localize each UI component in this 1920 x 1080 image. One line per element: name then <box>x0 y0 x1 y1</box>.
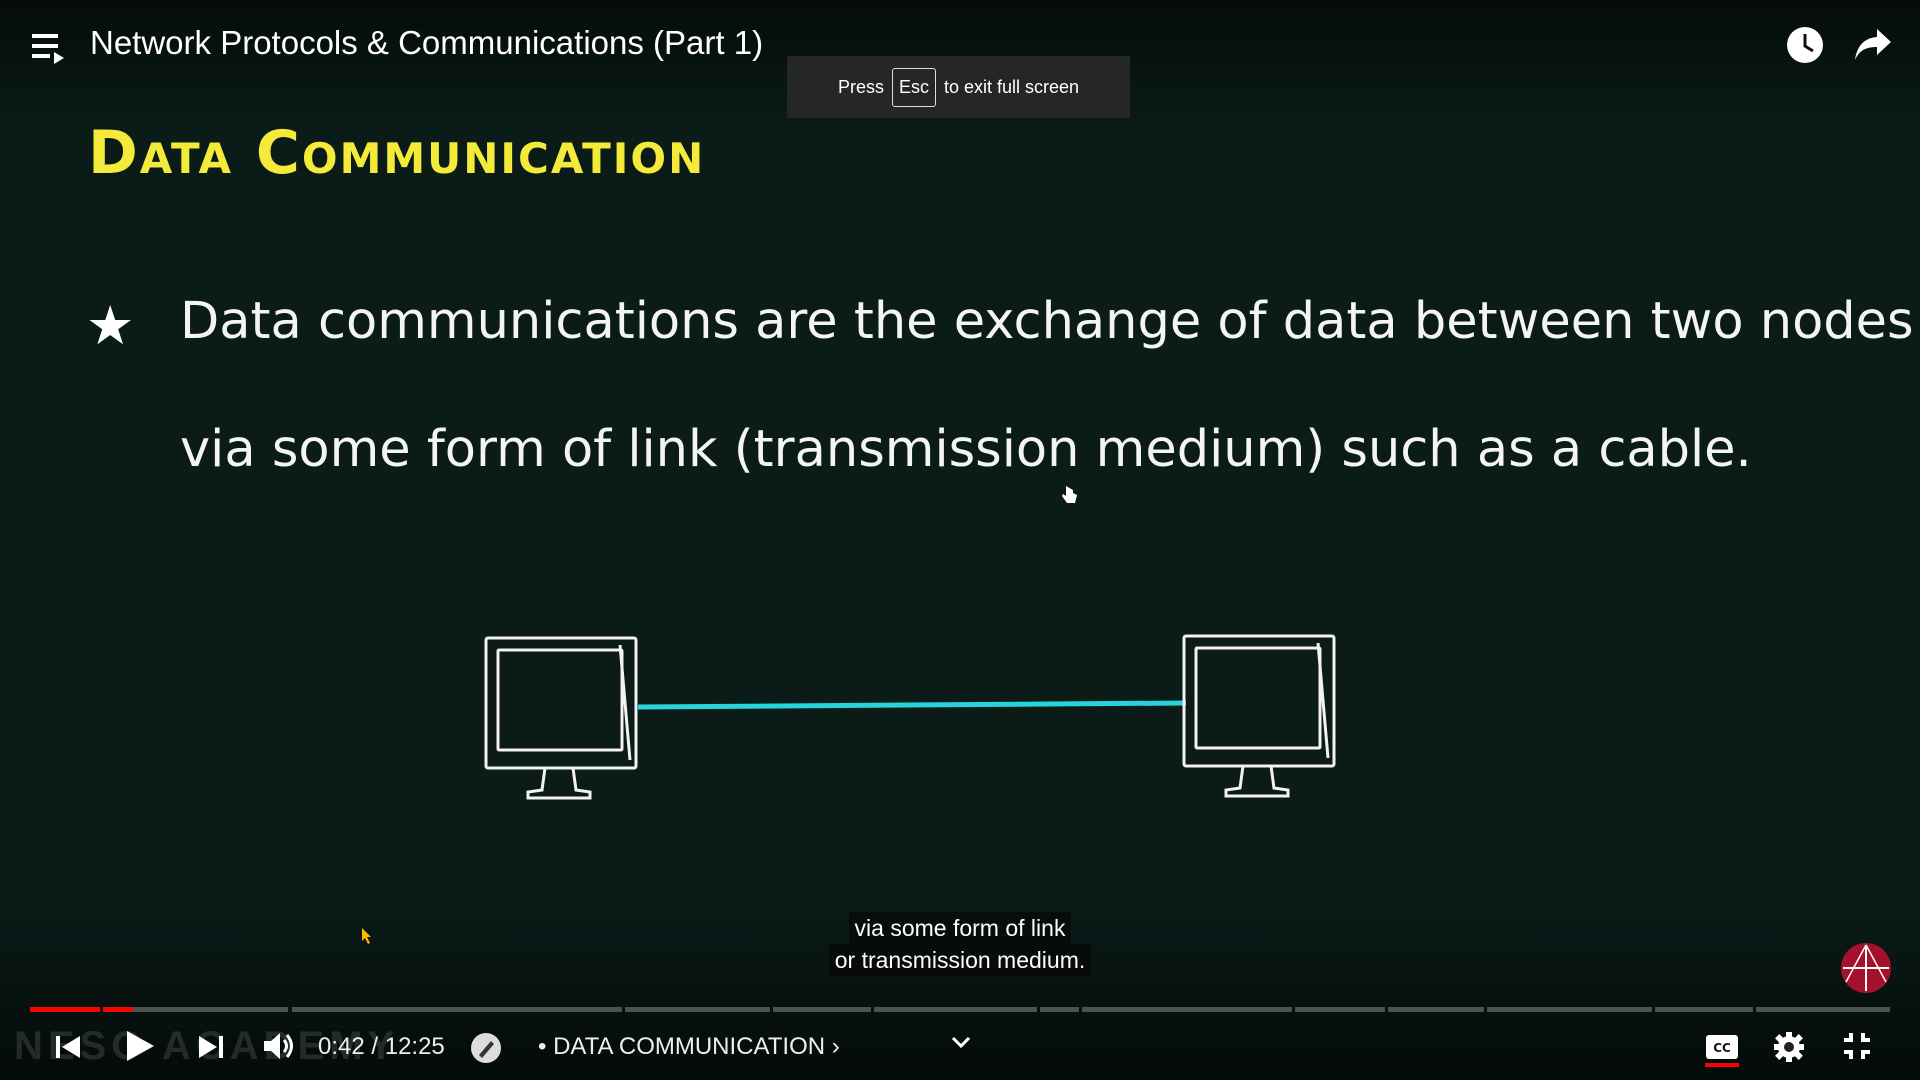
chapter-segment[interactable] <box>1295 1007 1385 1012</box>
channel-logo-icon[interactable] <box>1840 942 1892 994</box>
cc-icon[interactable]: CC <box>1705 1034 1739 1064</box>
chapter-segment[interactable] <box>292 1007 622 1012</box>
bullet-star-icon: ★ <box>86 294 135 357</box>
chapter-segment[interactable] <box>773 1007 871 1012</box>
exit-fullscreen-toast: Press Esc to exit full screen <box>787 56 1130 118</box>
chapter-segment[interactable] <box>1040 1007 1079 1012</box>
chapter-segment[interactable] <box>874 1007 1037 1012</box>
chapter-segment[interactable] <box>1082 1007 1292 1012</box>
chapter-segment[interactable] <box>1655 1007 1753 1012</box>
autoplay-toggle-icon[interactable] <box>470 1032 502 1068</box>
cable-link <box>637 700 1187 710</box>
esc-key-badge: Esc <box>891 67 936 107</box>
video-player[interactable]: Data Communication ★ Data communications… <box>0 0 1920 1080</box>
play-icon[interactable] <box>124 1029 156 1067</box>
chapter-segment[interactable] <box>103 1007 133 1012</box>
exit-fullscreen-icon[interactable] <box>1842 1031 1872 1065</box>
time-display: 0:42 / 12:25 <box>318 1033 445 1060</box>
chapter-segment[interactable] <box>133 1007 288 1012</box>
chapter-segment[interactable] <box>1756 1007 1890 1012</box>
expand-chevron-icon[interactable] <box>950 1034 972 1054</box>
caption-line2: or transmission medium. <box>828 944 1092 976</box>
chapter-segment[interactable] <box>625 1007 770 1012</box>
chapter-segment[interactable] <box>30 1007 100 1012</box>
bullet-text-line1: Data communications are the exchange of … <box>180 292 1914 351</box>
share-icon[interactable] <box>1853 27 1893 67</box>
chapter-segment[interactable] <box>1487 1007 1652 1012</box>
computer-left-icon <box>484 636 638 800</box>
closed-captions: via some form of link or transmission me… <box>0 912 1920 976</box>
bullet-text-line2: via some form of link (transmission medi… <box>180 420 1752 479</box>
chapter-title-button[interactable]: • DATA COMMUNICATION › <box>538 1033 840 1061</box>
caption-line1: via some form of link <box>848 912 1072 944</box>
playlist-icon[interactable] <box>32 32 68 70</box>
toast-suffix: to exit full screen <box>943 76 1080 97</box>
hand-cursor-icon <box>1062 486 1077 503</box>
cc-active-indicator <box>1705 1063 1739 1067</box>
svg-text:CC: CC <box>1713 1041 1731 1055</box>
progress-bar[interactable] <box>30 1007 1890 1012</box>
toast-prefix: Press <box>837 76 884 97</box>
next-icon[interactable] <box>197 1033 225 1065</box>
chapter-segment[interactable] <box>1388 1007 1484 1012</box>
settings-icon[interactable] <box>1773 1031 1805 1067</box>
video-title[interactable]: Network Protocols & Communications (Part… <box>90 24 763 62</box>
computer-right-icon <box>1182 634 1336 798</box>
volume-icon[interactable] <box>262 1030 296 1066</box>
previous-icon[interactable] <box>54 1033 82 1065</box>
network-diagram <box>484 634 1336 800</box>
watch-later-icon[interactable] <box>1785 25 1825 69</box>
